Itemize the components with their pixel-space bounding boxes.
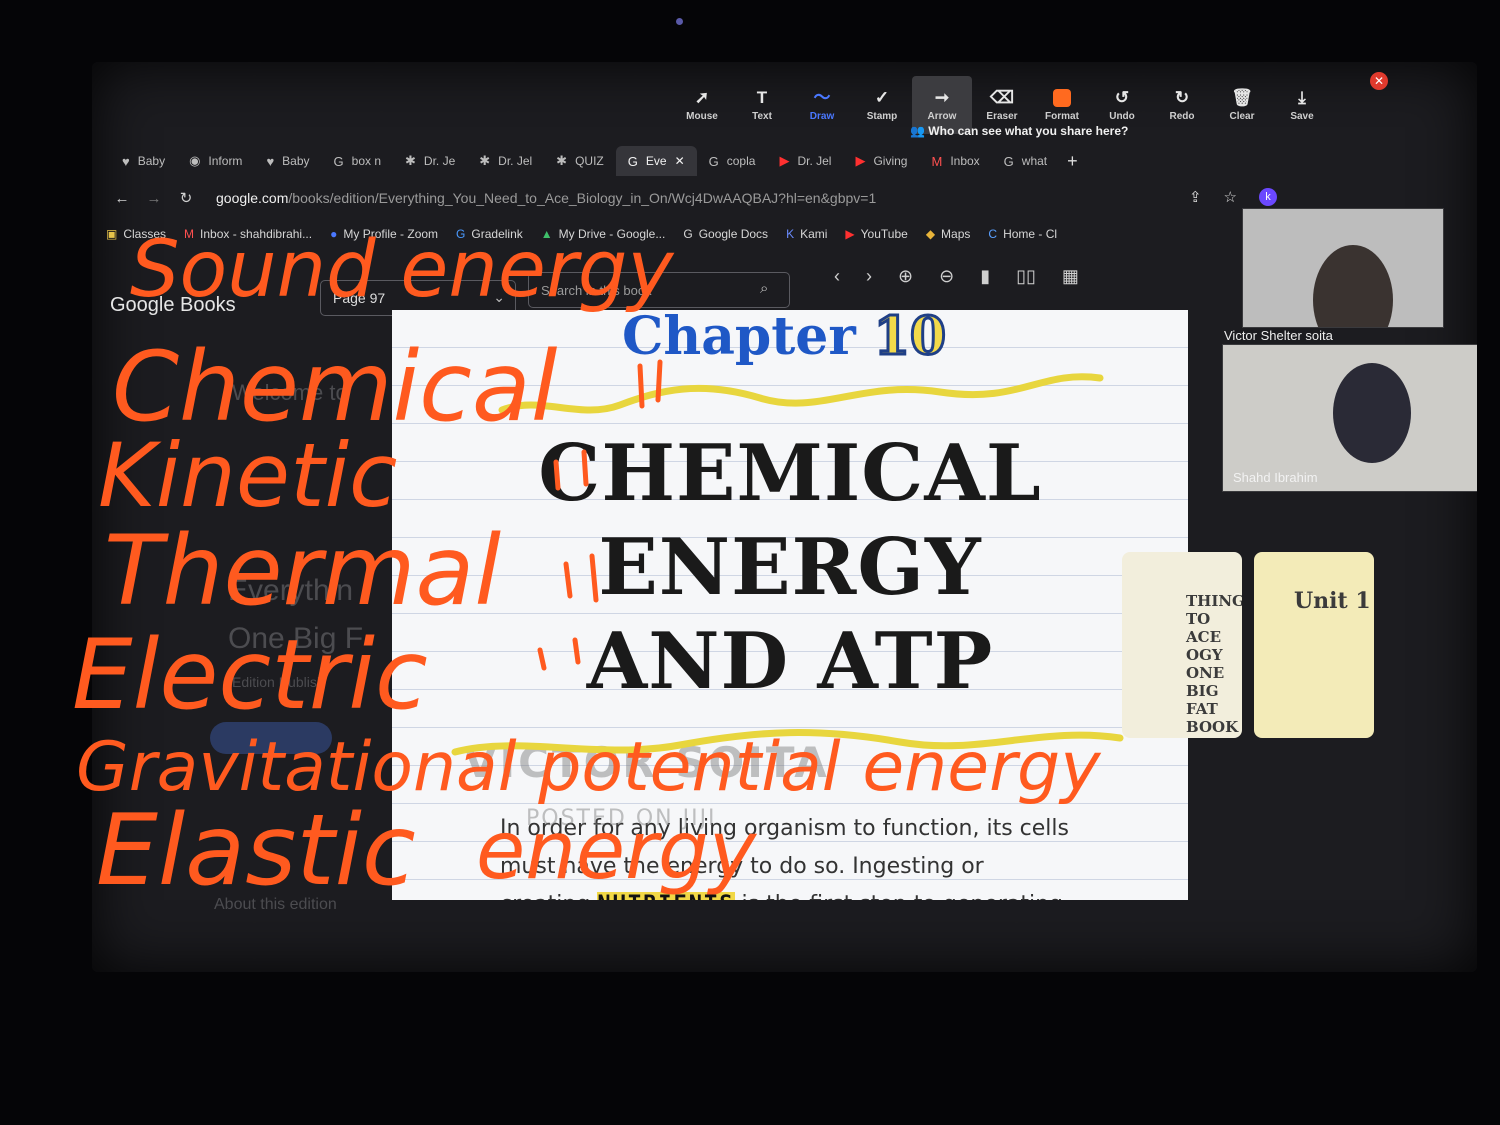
ink-thermal: Thermal [104, 515, 501, 627]
ink-annotation-layer: Sound energy Chemical Kinetic Thermal El… [72, 225, 1124, 908]
ink-sound-energy: Sound energy [130, 225, 675, 315]
ink-kinetic: Kinetic [98, 424, 397, 527]
ink-electric: Electric [72, 619, 428, 731]
ink-elastic-energy-word: energy [476, 804, 758, 897]
ink-elastic: Elastic [96, 794, 416, 908]
yellow-underline-top [498, 373, 1104, 414]
